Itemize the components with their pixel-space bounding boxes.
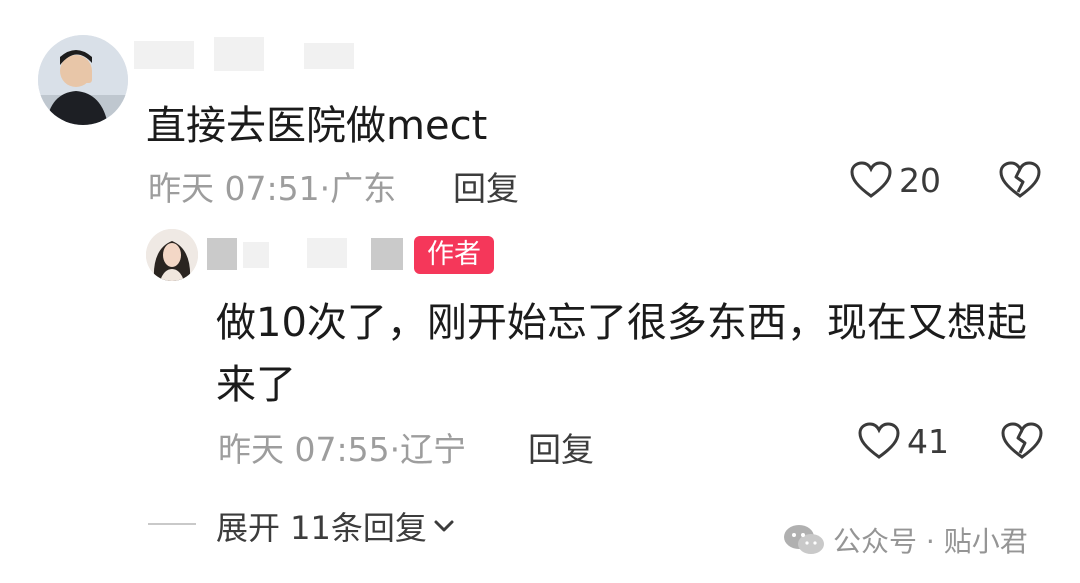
comment-dislike-button[interactable] — [998, 160, 1042, 204]
broken-heart-icon — [999, 161, 1041, 198]
watermark: 公众号 · 贴小君 — [783, 520, 1028, 560]
broken-heart-icon — [1001, 422, 1043, 459]
reply-like-button[interactable]: 41 — [857, 421, 949, 461]
comment-meta: 昨天 07:51·广东 — [148, 162, 396, 210]
commenter-avatar[interactable] — [38, 35, 128, 125]
wechat-icon — [784, 525, 824, 554]
comment-time: 昨天 07:51· — [148, 169, 331, 208]
comment-like-count: 20 — [899, 160, 941, 200]
reply-reply-button[interactable]: 回复 — [528, 423, 594, 471]
comment-like-button[interactable]: 20 — [849, 160, 941, 200]
commenter-username-blurred[interactable] — [134, 37, 364, 73]
author-avatar[interactable] — [146, 229, 198, 281]
comment-location: 广东 — [330, 169, 397, 208]
reply-dislike-button[interactable] — [1000, 421, 1044, 465]
expand-replies-button[interactable]: 展开 11条回复 — [216, 503, 455, 549]
reply-text: 做10次了，刚开始忘了很多东西，现在又想起来了 — [216, 300, 1027, 408]
expand-replies-label: 展开 11条回复 — [216, 509, 427, 547]
avatar-photo — [146, 229, 198, 281]
chevron-down-icon — [434, 520, 454, 532]
reply-location: 辽宁 — [400, 430, 467, 469]
heart-outline-icon — [850, 161, 892, 198]
comment-text: 直接去医院做mect — [146, 103, 488, 149]
reply-meta: 昨天 07:55·辽宁 — [218, 423, 466, 471]
reply-time: 昨天 07:55· — [218, 430, 401, 469]
watermark-text: 公众号 · 贴小君 — [833, 525, 1028, 558]
expand-divider-line — [148, 523, 196, 525]
author-username-blurred[interactable] — [207, 236, 407, 272]
heart-outline-icon — [858, 422, 900, 459]
author-badge: 作者 — [414, 236, 494, 274]
comment-reply-button[interactable]: 回复 — [453, 162, 519, 210]
avatar-photo — [38, 35, 128, 125]
reply-like-count: 41 — [907, 421, 949, 461]
